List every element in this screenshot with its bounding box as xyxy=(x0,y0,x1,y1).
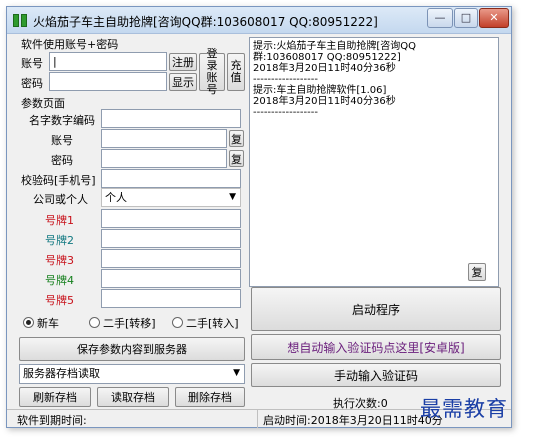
chevron-down-icon: ▼ xyxy=(233,368,240,378)
radio-used-transfer-in-label: 二手[转入] xyxy=(186,317,239,330)
password-input[interactable] xyxy=(49,72,167,91)
refresh-archive-button[interactable]: 刷新存档 xyxy=(19,387,91,407)
copy-log-button[interactable]: 复 xyxy=(468,263,486,281)
watermark-text: 最需教育 xyxy=(420,397,508,421)
log-textarea[interactable]: 提示:火焰茄子车主自助抢牌[咨询QQ 群:103608017 QQ:809512… xyxy=(249,37,499,287)
minimize-button[interactable]: — xyxy=(427,8,453,28)
status-divider xyxy=(257,410,258,428)
register-button[interactable]: 注册 xyxy=(169,53,197,71)
account-label: 账号 xyxy=(21,57,43,70)
copy-account-button[interactable]: 复 xyxy=(229,130,244,147)
params-group-label: 参数页面 xyxy=(21,97,65,110)
app-icon xyxy=(13,14,27,27)
radio-used-transfer[interactable] xyxy=(89,317,100,328)
radio-new-car[interactable] xyxy=(23,317,34,328)
close-button[interactable]: ✕ xyxy=(479,8,509,28)
delete-archive-button[interactable]: 删除存档 xyxy=(175,387,245,407)
plate-4-label: 号牌4 xyxy=(45,274,74,287)
plate-1-label: 号牌1 xyxy=(45,214,74,227)
password-label: 密码 xyxy=(21,77,43,90)
recharge-button[interactable]: 充值 xyxy=(227,53,245,91)
plate-1-input[interactable] xyxy=(101,209,241,228)
verify-phone-label: 校验码[手机号] xyxy=(21,174,96,187)
company-value: 个人 xyxy=(105,191,127,204)
start-program-button[interactable]: 启动程序 xyxy=(251,287,501,331)
company-label: 公司或个人 xyxy=(33,193,88,206)
server-archive-select[interactable]: 服务器存档读取 ▼ xyxy=(19,364,245,384)
plate-3-label: 号牌3 xyxy=(45,254,74,267)
params-password-label: 密码 xyxy=(51,154,73,167)
params-account-label: 账号 xyxy=(51,134,73,147)
company-select[interactable]: 个人 ▼ xyxy=(101,188,241,207)
params-account-input[interactable] xyxy=(101,129,227,148)
window-title: 火焰茄子车主自助抢牌[咨询QQ群:103608017 QQ:80951222] xyxy=(33,15,378,29)
auto-verify-link[interactable]: 想自动输入验证码点这里[安卓版] xyxy=(251,334,501,360)
save-to-server-button[interactable]: 保存参数内容到服务器 xyxy=(19,337,245,361)
login-button[interactable]: 登录账号 xyxy=(199,48,225,96)
plate-5-input[interactable] xyxy=(101,289,241,308)
plate-2-label: 号牌2 xyxy=(45,234,74,247)
copy-password-button[interactable]: 复 xyxy=(229,150,244,167)
show-password-button[interactable]: 显示 xyxy=(169,73,197,91)
server-archive-placeholder: 服务器存档读取 xyxy=(23,367,100,380)
plate-2-input[interactable] xyxy=(101,229,241,248)
name-code-input[interactable] xyxy=(101,109,241,128)
manual-verify-button[interactable]: 手动输入验证码 xyxy=(251,363,501,387)
params-password-input[interactable] xyxy=(101,149,227,168)
radio-used-transfer-label: 二手[转移] xyxy=(103,317,156,330)
expiry-label: 软件到期时间: xyxy=(17,414,87,427)
verify-phone-input[interactable] xyxy=(101,169,241,188)
radio-used-transfer-in[interactable] xyxy=(172,317,183,328)
maximize-button[interactable]: □ xyxy=(454,8,478,28)
plate-5-label: 号牌5 xyxy=(45,294,74,307)
chevron-down-icon: ▼ xyxy=(229,192,236,202)
start-time-label: 启动时间:2018年3月20日11时40分 xyxy=(263,414,443,427)
plate-3-input[interactable] xyxy=(101,249,241,268)
plate-4-input[interactable] xyxy=(101,269,241,288)
account-group-label: 软件使用账号+密码 xyxy=(21,38,119,51)
radio-new-car-label: 新车 xyxy=(37,317,59,330)
title-bar: 火焰茄子车主自助抢牌[咨询QQ群:103608017 QQ:80951222] … xyxy=(7,7,511,34)
account-input[interactable]: | xyxy=(49,52,167,71)
name-code-label: 名字数字编码 xyxy=(29,114,95,127)
read-archive-button[interactable]: 读取存档 xyxy=(97,387,169,407)
main-window: 火焰茄子车主自助抢牌[咨询QQ群:103608017 QQ:80951222] … xyxy=(6,6,512,428)
